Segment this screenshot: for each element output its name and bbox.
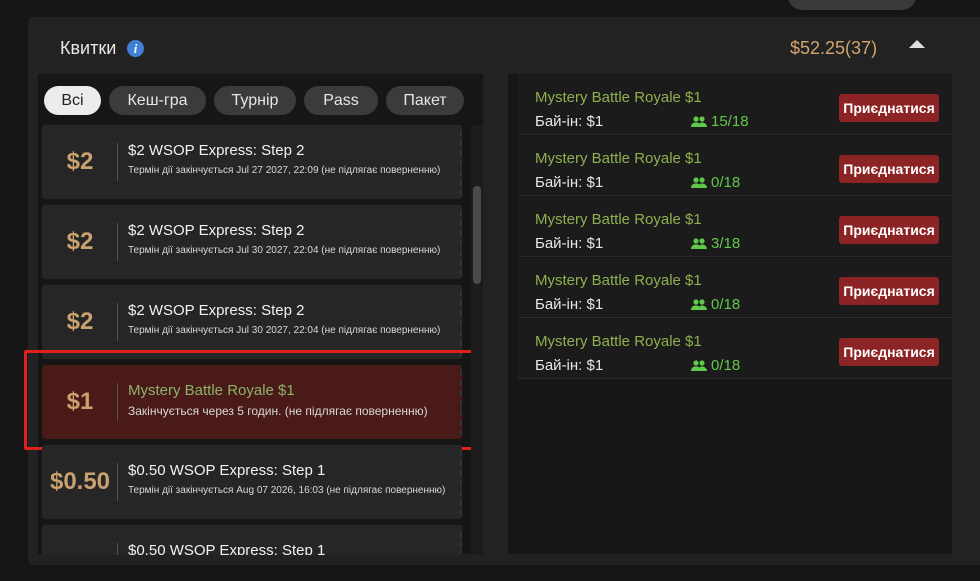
ticket-expiry: Термін дії закінчується Aug 07 2026, 16:…	[128, 485, 446, 496]
page-title: Квитки	[60, 38, 117, 58]
ticket-item[interactable]: $2 $2 WSOP Express: Step 2 Термін дії за…	[42, 125, 462, 199]
ticket-title: $0.50 WSOP Express: Step 1	[128, 542, 326, 555]
tab-cash-game[interactable]: Кеш-гра	[109, 86, 206, 115]
ticket-item[interactable]: $0.50 WSOP Express: Step 1	[42, 525, 462, 555]
tournament-buyin: Бай-ін: $1	[535, 174, 604, 191]
ticket-price: $2	[66, 308, 94, 335]
player-count-value: 0/18	[711, 296, 741, 313]
tournament-row: Mystery Battle Royale $1 Бай-ін: $1 0/18…	[518, 319, 952, 379]
player-count: 15/18	[691, 113, 749, 130]
player-count-value: 15/18	[711, 113, 749, 130]
join-button[interactable]: Приєднатися	[839, 338, 939, 366]
ticket-price: $2	[66, 148, 94, 175]
users-icon	[691, 359, 707, 371]
ticket-price: $2	[66, 228, 94, 255]
ticket-title: $2 WSOP Express: Step 2	[128, 142, 305, 159]
tournament-title: Mystery Battle Royale $1	[535, 150, 702, 167]
users-icon	[691, 237, 707, 249]
tournament-title: Mystery Battle Royale $1	[535, 89, 702, 106]
tournament-row: Mystery Battle Royale $1 Бай-ін: $1 3/18…	[518, 197, 952, 257]
ticket-expiry: Термін дії закінчується Jul 27 2027, 22:…	[128, 165, 441, 176]
player-count: 0/18	[691, 296, 740, 313]
player-count-value: 0/18	[711, 357, 741, 374]
player-count: 0/18	[691, 357, 740, 374]
collapse-arrow-icon[interactable]	[909, 40, 925, 48]
ticket-divider	[117, 463, 118, 501]
tournament-buyin: Бай-ін: $1	[535, 235, 604, 252]
top-pill-button[interactable]	[788, 0, 916, 10]
ticket-item[interactable]: $0.50 $0.50 WSOP Express: Step 1 Термін …	[42, 445, 462, 519]
tournament-row: Mystery Battle Royale $1 Бай-ін: $1 15/1…	[518, 75, 952, 135]
ticket-title: $2 WSOP Express: Step 2	[128, 222, 305, 239]
ticket-title: $0.50 WSOP Express: Step 1	[128, 462, 326, 479]
ticket-item[interactable]: $2 $2 WSOP Express: Step 2 Термін дії за…	[42, 285, 462, 359]
join-button[interactable]: Приєднатися	[839, 155, 939, 183]
player-count-value: 3/18	[711, 235, 741, 252]
ticket-divider	[117, 223, 118, 261]
users-icon	[691, 115, 707, 127]
player-count: 0/18	[691, 174, 740, 191]
tab-tournament[interactable]: Турнір	[214, 86, 296, 115]
tournament-buyin: Бай-ін: $1	[535, 113, 604, 130]
ticket-expiry: Термін дії закінчується Jul 30 2027, 22:…	[128, 325, 441, 336]
ticket-divider	[117, 543, 118, 555]
info-icon[interactable]: i	[127, 40, 144, 57]
ticket-expiry: Термін дії закінчується Jul 30 2027, 22:…	[128, 245, 441, 256]
filter-tabs: Всі Кеш-гра Турнір Pass Пакет	[44, 86, 464, 115]
users-icon	[691, 176, 707, 188]
tournament-title: Mystery Battle Royale $1	[535, 333, 702, 350]
tournament-buyin: Бай-ін: $1	[535, 296, 604, 313]
ticket-list-scroll-thumb[interactable]	[473, 186, 481, 284]
ticket-title: $2 WSOP Express: Step 2	[128, 302, 305, 319]
tournament-row: Mystery Battle Royale $1 Бай-ін: $1 0/18…	[518, 136, 952, 196]
ticket-divider	[117, 143, 118, 181]
ticket-divider	[117, 303, 118, 341]
selection-highlight	[24, 350, 480, 450]
balance-value: $52.25(37)	[790, 38, 878, 58]
ticket-price: $0.50	[49, 468, 111, 495]
tournament-row: Mystery Battle Royale $1 Бай-ін: $1 0/18…	[518, 258, 952, 318]
tab-all[interactable]: Всі	[44, 86, 101, 115]
player-count: 3/18	[691, 235, 740, 252]
tournament-title: Mystery Battle Royale $1	[535, 211, 702, 228]
join-button[interactable]: Приєднатися	[839, 277, 939, 305]
tournament-title: Mystery Battle Royale $1	[535, 272, 702, 289]
player-count-value: 0/18	[711, 174, 741, 191]
ticket-item[interactable]: $2 $2 WSOP Express: Step 2 Термін дії за…	[42, 205, 462, 279]
tournament-buyin: Бай-ін: $1	[535, 357, 604, 374]
users-icon	[691, 298, 707, 310]
tab-package[interactable]: Пакет	[386, 86, 464, 115]
tab-pass[interactable]: Pass	[304, 86, 378, 115]
join-button[interactable]: Приєднатися	[839, 216, 939, 244]
join-button[interactable]: Приєднатися	[839, 94, 939, 122]
